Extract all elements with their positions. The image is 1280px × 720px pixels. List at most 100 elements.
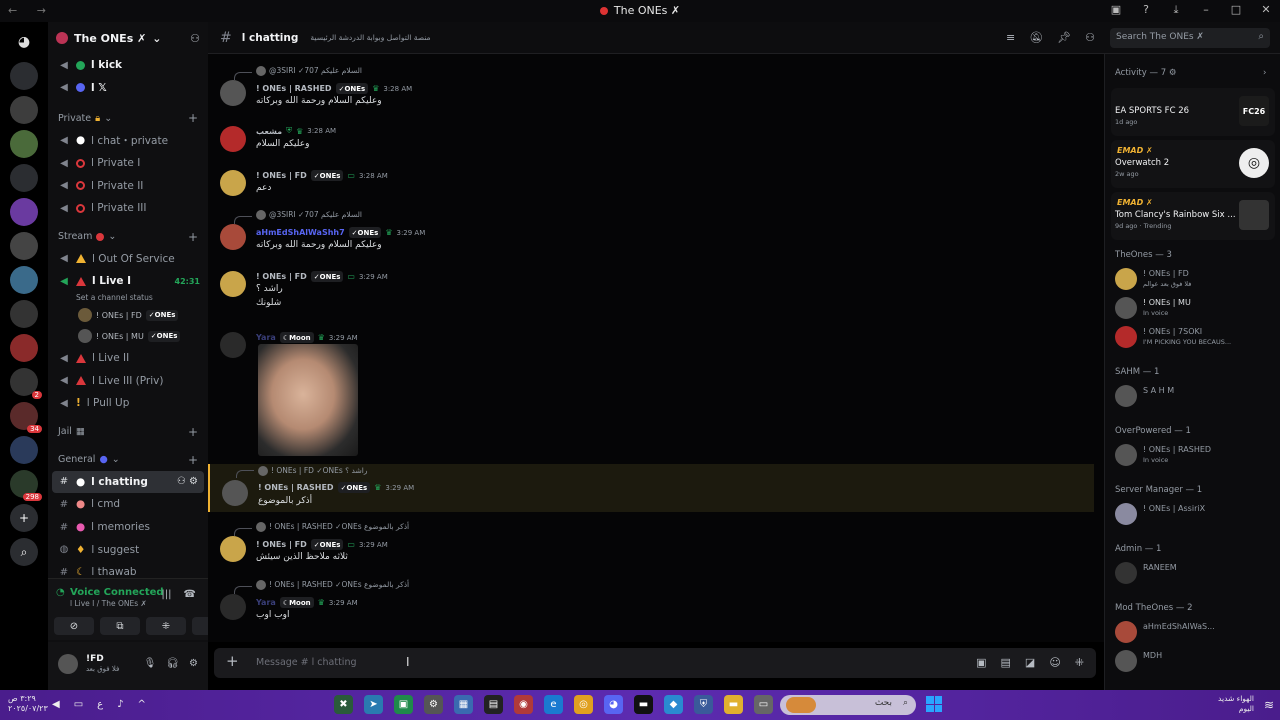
server-icon[interactable]	[10, 266, 38, 294]
voice-user[interactable]: ! ONEs | FD ✓ ONEs	[48, 305, 208, 326]
author-name[interactable]: ! ONEs | FD	[256, 272, 307, 281]
threads-icon[interactable]: ≡	[1006, 31, 1015, 44]
add-channel-icon[interactable]: +	[188, 230, 198, 244]
avatar[interactable]	[220, 271, 246, 297]
author-name[interactable]: aHmEdShAlWaShh7	[256, 228, 345, 237]
download-icon[interactable]: ⤓	[1168, 3, 1184, 17]
member-item[interactable]: ! ONEs | FD فلا فوق بعد عوالم	[1115, 266, 1275, 292]
image-attachment[interactable]	[258, 344, 358, 456]
avatar[interactable]	[222, 480, 248, 506]
add-channel-icon[interactable]: +	[188, 453, 198, 467]
server-icon[interactable]	[10, 334, 38, 362]
message[interactable]: ! ONEs | RASHED ✓ONEs أذكر بالموضوع ! ON…	[208, 522, 1094, 568]
member-item[interactable]: ! ONEs | 7SOKI I'M PICKING YOU BECAUS...	[1115, 324, 1275, 350]
server-icon[interactable]	[10, 164, 38, 192]
app-icon[interactable]: ▤	[484, 695, 503, 714]
headphones-icon[interactable]: 🎧︎	[166, 658, 179, 669]
server-icon[interactable]	[10, 198, 38, 226]
channel-chatting[interactable]: # ● l chatting ⚇ ⚙	[52, 470, 204, 494]
author-name[interactable]: Yara	[256, 333, 276, 342]
avatar[interactable]	[220, 594, 246, 620]
message-input[interactable]: Message # l chatting	[256, 657, 357, 668]
member-item[interactable]: ! ONEs | RASHED In voice	[1115, 442, 1275, 468]
add-member-icon[interactable]: ⚇	[190, 32, 200, 45]
maximize-button[interactable]: □	[1228, 3, 1244, 17]
reply-preview[interactable]: @3SIRI ✓707 السلام عليكم	[256, 66, 362, 76]
chevron-up-icon[interactable]: ^	[138, 699, 146, 710]
activity-card[interactable]: EMAD ✗ Tom Clancy's Rainbow Six ... 9d a…	[1111, 192, 1275, 240]
app-icon[interactable]: ➤	[364, 695, 383, 714]
gif-icon[interactable]: ▤	[1001, 656, 1011, 669]
disconnect-icon[interactable]: ☎	[184, 589, 196, 600]
network-icon[interactable]: ▭	[74, 699, 83, 710]
avatar[interactable]	[220, 126, 246, 152]
message[interactable]: ! ONEs | FD ✓ ONEs ▭ 3:29 AM راشد ؟ شلونك	[208, 269, 1094, 315]
sticker-icon[interactable]: ◪	[1025, 656, 1035, 669]
channel-private-3[interactable]: ◀ l Private III	[48, 197, 208, 220]
reply-preview[interactable]: @3SIRI ✓707 السلام عليكم	[256, 210, 362, 220]
app-icon[interactable]: ⛨	[694, 695, 713, 714]
reply-preview[interactable]: ! ONEs | FD ✓ONEs راشد ؟	[258, 466, 367, 476]
taskbar-search[interactable]: بحث ⌕	[780, 695, 916, 715]
author-name[interactable]: ! ONEs | FD	[256, 171, 307, 180]
message[interactable]: Yara ☾ Moon ♛ 3:29 AM	[208, 330, 1094, 456]
channel-chat-private[interactable]: ◀ ● l chat・private	[48, 129, 208, 152]
discord-home-icon[interactable]: ◕	[10, 28, 38, 56]
folder-icon[interactable]: ▬	[724, 695, 743, 714]
message[interactable]: ! ONEs | RASHED ✓ONEs أذكر بالموضوع Yara…	[208, 580, 1094, 626]
server-icon[interactable]: 34	[10, 402, 42, 433]
app-icon[interactable]: ◆	[664, 695, 683, 714]
activity-card[interactable]: EMAD ✗ Overwatch 2 2w ago ◎	[1111, 140, 1275, 188]
app-icon[interactable]: e	[544, 695, 563, 714]
avatar[interactable]	[220, 332, 246, 358]
app-icon[interactable]: ▬	[634, 695, 653, 714]
member-item[interactable]: MDH	[1115, 648, 1275, 674]
add-channel-icon[interactable]: +	[188, 111, 198, 125]
reply-preview[interactable]: ! ONEs | RASHED ✓ONEs أذكر بالموضوع	[256, 522, 409, 532]
app-icon[interactable]: ⚙	[424, 695, 443, 714]
server-icon[interactable]: ⌕	[10, 538, 38, 566]
channel-cmd[interactable]: # ● l cmd	[48, 493, 208, 516]
author-name[interactable]: ! ONEs | RASHED	[256, 84, 332, 93]
channel-kick[interactable]: ◀ l kick	[48, 54, 208, 77]
member-item[interactable]: RANEEM	[1115, 560, 1275, 586]
mute-bell-icon[interactable]: 🔕︎	[1029, 31, 1043, 44]
gear-icon[interactable]: ⚙	[189, 658, 198, 669]
avatar[interactable]	[220, 224, 246, 250]
apps-icon[interactable]: ⁜	[1075, 656, 1084, 669]
channel-suggest[interactable]: ◍ ♦ l suggest	[48, 538, 208, 561]
close-button[interactable]: ✕	[1258, 3, 1274, 17]
minimize-button[interactable]: –	[1198, 3, 1214, 17]
member-item[interactable]: aHmEdShAlWaS...	[1115, 619, 1275, 645]
author-name[interactable]: مشعب	[256, 127, 282, 136]
member-item[interactable]: ! ONEs | MU In voice	[1115, 295, 1275, 321]
message[interactable]: مشعب ⛨ ♛ 3:28 AM وعليكم السلام	[208, 124, 1094, 156]
channel-private-2[interactable]: ◀ l Private II	[48, 174, 208, 197]
category-general[interactable]: General ● ⌄ +	[48, 449, 208, 471]
gift-icon[interactable]: ▣	[976, 656, 986, 669]
microphone-icon[interactable]: ♪	[117, 699, 123, 710]
chrome-icon[interactable]: ◎	[574, 695, 593, 714]
screen-share-button[interactable]: ⧉	[100, 617, 140, 635]
message-composer[interactable]: + Message # l chatting ▣ ▤ ◪ ☺ ⁜	[214, 648, 1096, 678]
app-icon[interactable]: ✖	[334, 695, 353, 714]
noise-suppression-icon[interactable]: |||	[161, 589, 171, 600]
windows-start-icon[interactable]	[926, 696, 942, 712]
reply-preview[interactable]: ! ONEs | RASHED ✓ONEs أذكر بالموضوع	[256, 580, 409, 590]
app-icon[interactable]: ◉	[514, 695, 533, 714]
weather-widget[interactable]: الهواء شديد اليوم	[1218, 694, 1254, 714]
category-jail[interactable]: Jail ▦ +	[48, 421, 208, 443]
server-icon[interactable]	[10, 436, 38, 464]
author-name[interactable]: Yara	[256, 598, 276, 607]
microphone-icon[interactable]: 🎙︎	[144, 658, 157, 669]
server-icon[interactable]: 298	[10, 470, 42, 501]
volume-icon[interactable]: ◀	[52, 699, 60, 710]
activity-header[interactable]: Activity — 7 ⚙ ›	[1115, 68, 1266, 78]
server-icon[interactable]	[10, 62, 38, 90]
message[interactable]: @3SIRI ✓707 السلام عليكم ! ONEs | RASHED…	[208, 66, 1094, 112]
channel-out-of-service[interactable]: ◀ l Out Of Service	[48, 248, 208, 271]
author-name[interactable]: ! ONEs | RASHED	[258, 483, 334, 492]
activities-button[interactable]: ⁜	[146, 617, 186, 635]
category-stream[interactable]: Stream ⌄ +	[48, 226, 208, 248]
clock[interactable]: ٣:٢٩ ص ٢٠٢٥/٠٧/٢٣	[8, 694, 48, 714]
